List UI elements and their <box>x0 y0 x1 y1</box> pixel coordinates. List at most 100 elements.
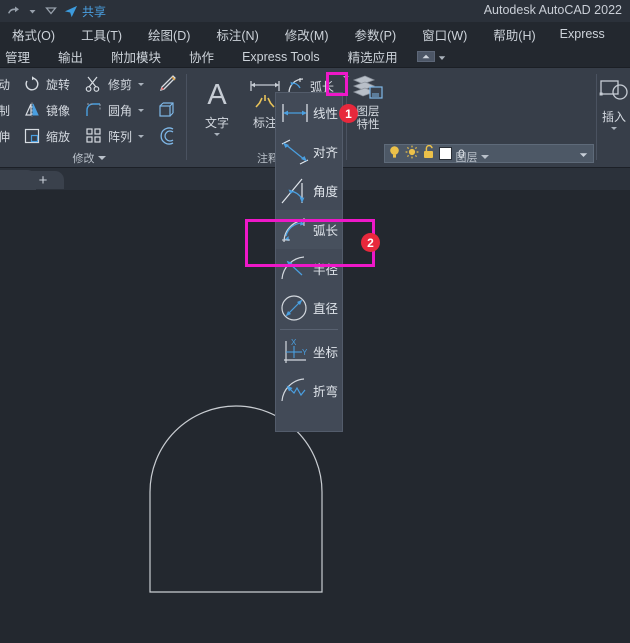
svg-text:Y: Y <box>302 348 308 357</box>
tab-manage[interactable]: 管理 <box>0 46 35 67</box>
radius-dim-icon <box>278 252 312 286</box>
modify-mirror-label: 镜像 <box>46 103 71 118</box>
modify-stretch[interactable]: 伸 <box>0 124 10 148</box>
mirror-icon <box>22 100 42 120</box>
tab-express-tools[interactable]: Express Tools <box>237 49 325 65</box>
flyout-separator <box>280 329 338 330</box>
modify-rotate[interactable]: 旋转 <box>22 72 70 96</box>
ribbon-tab-bar: 管理 输出 附加模块 协作 Express Tools 精选应用 <box>0 46 630 68</box>
insert-block-button[interactable]: 插入 <box>598 74 630 130</box>
chevron-down-icon[interactable] <box>611 127 617 130</box>
flyout-item-diameter[interactable]: 直径 <box>276 288 342 327</box>
menu-modify[interactable]: 修改(M) <box>281 23 333 46</box>
chevron-down-icon[interactable] <box>438 50 446 64</box>
modify-trim-label: 修剪 <box>108 77 133 92</box>
modify-explode[interactable] <box>158 98 178 122</box>
aligned-dim-icon <box>278 135 312 169</box>
redo-icon[interactable] <box>6 4 20 18</box>
flyout-item-ordinate-label: 坐标 <box>313 346 339 360</box>
flyout-item-aligned[interactable]: 对齐 <box>276 132 342 171</box>
customize-qat-icon[interactable] <box>44 4 58 18</box>
flyout-item-ordinate[interactable]: X Y 坐标 <box>276 332 342 371</box>
step-badge-1: 1 <box>339 104 358 123</box>
modify-array[interactable]: 阵列 <box>84 124 145 148</box>
flyout-item-linear-label: 线性 <box>313 107 339 121</box>
menu-window[interactable]: 窗口(W) <box>418 23 471 46</box>
modify-mirror[interactable]: 镜像 <box>22 98 70 122</box>
insert-label: 插入 <box>601 110 626 124</box>
modify-copy-label: 制 <box>0 103 11 118</box>
flyout-item-diameter-label: 直径 <box>313 302 339 316</box>
modify-array-label: 阵列 <box>108 129 133 144</box>
layer-properties-icon <box>351 72 385 106</box>
modify-fillet-label: 圆角 <box>108 103 133 118</box>
chevron-down-icon[interactable] <box>480 155 489 159</box>
insert-icon <box>598 74 630 108</box>
menu-help[interactable]: 帮助(H) <box>489 23 539 46</box>
panel-modify-title-label: 修改 <box>72 153 95 165</box>
modify-fillet[interactable]: 圆角 <box>84 98 145 122</box>
new-drawing-tab-button[interactable]: + <box>22 171 64 189</box>
flyout-item-radius[interactable]: 半径 <box>276 249 342 288</box>
svg-text:X: X <box>291 338 297 347</box>
modify-move[interactable]: 动 <box>0 72 10 96</box>
flyout-item-angular-label: 角度 <box>313 185 339 199</box>
rotate-icon <box>22 74 42 94</box>
tab-output[interactable]: 输出 <box>53 46 88 67</box>
chevron-down-icon[interactable] <box>25 4 39 18</box>
menu-draw[interactable]: 绘图(D) <box>144 23 194 46</box>
modify-rotate-label: 旋转 <box>46 77 71 92</box>
menu-express[interactable]: Express <box>556 25 609 43</box>
quick-access-toolbar <box>0 4 58 18</box>
modify-copy[interactable]: 制 <box>0 98 10 122</box>
ribbon-minimize-button[interactable] <box>416 51 435 62</box>
step-badge-2: 2 <box>361 233 380 252</box>
modify-offset[interactable] <box>158 124 178 148</box>
chevron-down-icon[interactable] <box>138 108 145 112</box>
layer-properties-button[interactable]: 图层 特性 <box>351 72 385 132</box>
diameter-dim-icon <box>278 291 312 325</box>
menu-tools[interactable]: 工具(T) <box>77 23 126 46</box>
annotation-text-label: 文字 <box>204 116 229 130</box>
tab-addins[interactable]: 附加模块 <box>106 46 166 67</box>
arclength-dim-icon <box>278 213 312 247</box>
flyout-item-linear[interactable]: 线性 <box>276 93 342 132</box>
chevron-down-icon[interactable] <box>138 134 145 138</box>
modify-scale-label: 缩放 <box>46 129 71 144</box>
panel-layers-title[interactable]: 图层 <box>348 149 596 165</box>
panel-layers-title-label: 图层 <box>455 152 478 164</box>
scale-icon <box>22 126 42 146</box>
offset-icon <box>158 126 178 146</box>
share-button[interactable]: 共享 <box>64 3 106 20</box>
modify-trim[interactable]: 修剪 <box>84 72 145 96</box>
erase-icon <box>158 74 178 94</box>
modify-stretch-label: 伸 <box>0 129 11 144</box>
share-icon <box>64 4 78 18</box>
panel-modify-title[interactable]: 修改 <box>0 150 178 166</box>
flyout-item-radius-label: 半径 <box>313 263 339 277</box>
modify-erase[interactable] <box>158 72 178 96</box>
fillet-icon <box>84 100 104 120</box>
explode-icon <box>158 100 178 120</box>
flyout-item-arclength[interactable]: 弧长 <box>276 210 342 249</box>
modify-scale[interactable]: 缩放 <box>22 124 70 148</box>
menu-parametric[interactable]: 参数(P) <box>351 23 401 46</box>
menu-bar: 格式(O) 工具(T) 绘图(D) 标注(N) 修改(M) 参数(P) 窗口(W… <box>0 22 630 46</box>
plus-icon: + <box>38 171 48 189</box>
flyout-item-angular[interactable]: 角度 <box>276 171 342 210</box>
dimension-type-flyout[interactable]: 线性 对齐 角度 弧长 半径 直径 X Y 坐标 折弯 <box>275 92 343 432</box>
svg-text:A: A <box>207 79 227 111</box>
trim-icon <box>84 74 104 94</box>
tab-collaborate[interactable]: 协作 <box>184 46 219 67</box>
share-label: 共享 <box>82 4 107 19</box>
flyout-item-aligned-label: 对齐 <box>313 146 339 160</box>
menu-dimension[interactable]: 标注(N) <box>212 23 262 46</box>
annotation-text-button[interactable]: A 文字 <box>196 74 238 136</box>
flyout-item-jogged[interactable]: 折弯 <box>276 371 342 410</box>
menu-format[interactable]: 格式(O) <box>8 23 59 46</box>
flyout-item-jogged-label: 折弯 <box>313 385 339 399</box>
chevron-down-icon[interactable] <box>97 156 106 160</box>
chevron-down-icon[interactable] <box>214 133 220 136</box>
chevron-down-icon[interactable] <box>138 82 145 86</box>
tab-featured-apps[interactable]: 精选应用 <box>343 46 403 67</box>
